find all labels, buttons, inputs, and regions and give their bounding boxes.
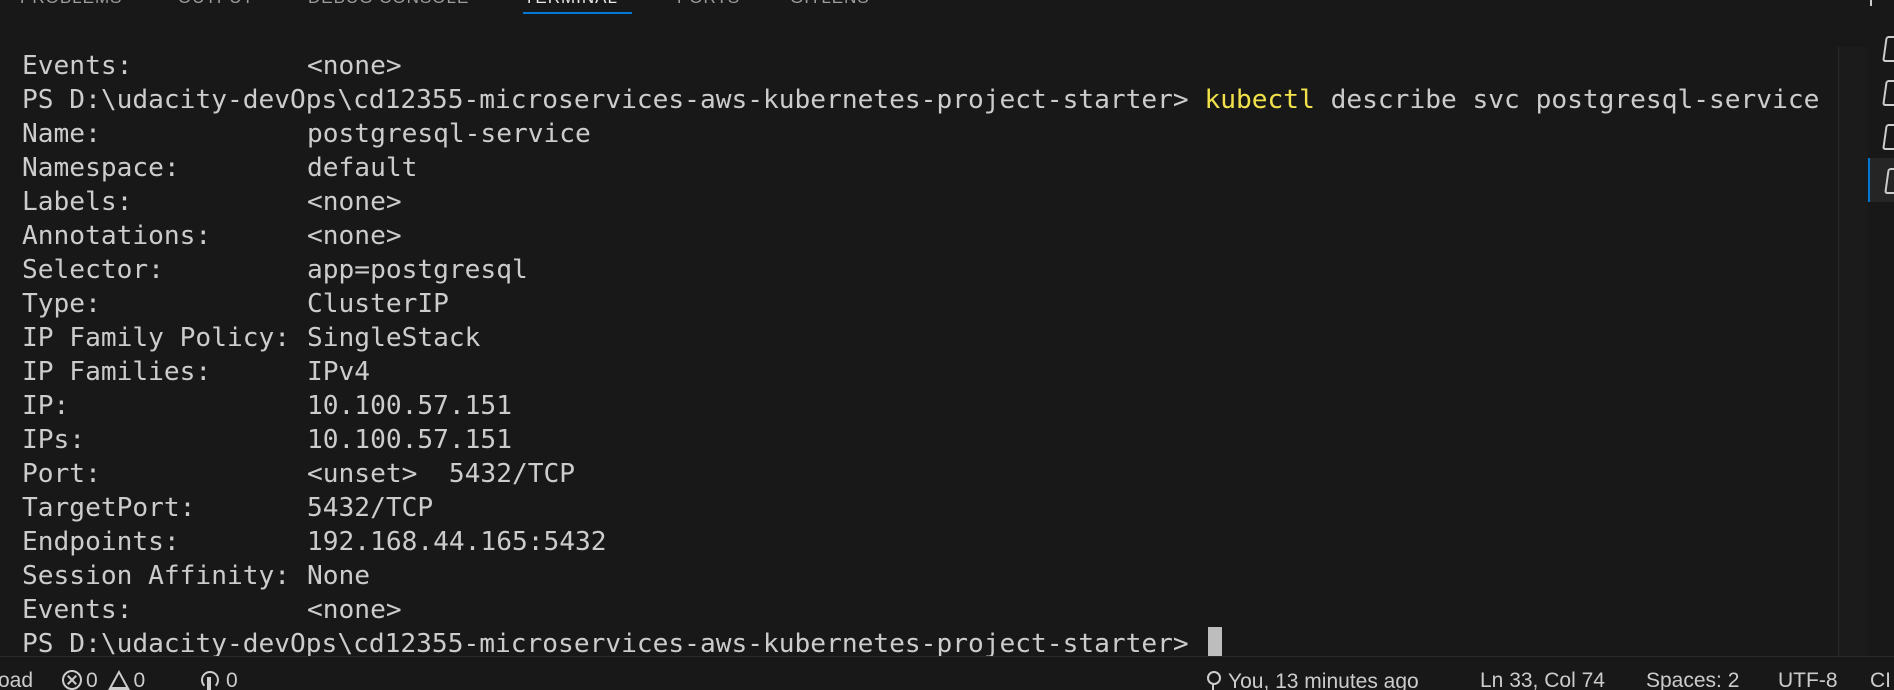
terminal-output[interactable]: Events: <none> PS D:\udacity-devOps\cd123… <box>0 22 1838 656</box>
terminal-line: Labels: <none> <box>22 185 402 219</box>
tab-gitlens[interactable]: GITLENS <box>790 0 870 8</box>
field-value: 192.168.44.165:5432 <box>307 527 607 557</box>
field-label: IP Families: <box>22 357 212 387</box>
field-value: 10.100.57.151 <box>307 425 512 455</box>
status-bar: oad 0 0 0 You, 13 minutes ago Ln 33, Col… <box>0 656 1894 690</box>
terminal-line: Session Affinity: None <box>22 559 370 593</box>
panel-action-icon[interactable] <box>1870 0 1894 6</box>
command-line: PS D:\udacity-devOps\cd12355-microservic… <box>22 83 1819 117</box>
terminal-line: Events: <none> <box>22 49 402 83</box>
field-value: <none> <box>307 595 402 625</box>
field-label: Events: <box>22 51 133 81</box>
field-label: Type: <box>22 289 101 319</box>
command-args: describe svc postgresql-service <box>1314 85 1820 115</box>
terminal-line: IPs: 10.100.57.151 <box>22 423 512 457</box>
terminal-tabs-list <box>1868 22 1894 656</box>
terminal-line: IP Family Policy: SingleStack <box>22 321 480 355</box>
prompt-line[interactable]: PS D:\udacity-devOps\cd12355-microservic… <box>22 627 1223 656</box>
terminal-line: IP Families: IPv4 <box>22 355 370 389</box>
terminal-line: Selector: app=postgresql <box>22 253 528 287</box>
field-label: IP: <box>22 391 70 421</box>
field-value: None <box>307 561 371 591</box>
git-commit-icon <box>1204 669 1222 690</box>
terminal-instance-icon <box>1882 124 1894 150</box>
terminal-instance-item[interactable] <box>1868 26 1894 70</box>
terminal-line: Type: ClusterIP <box>22 287 449 321</box>
terminal-instance-icon <box>1882 36 1894 62</box>
terminal-instance-icon <box>1884 168 1894 194</box>
field-value: <none> <box>307 221 402 251</box>
ports-count: 0 <box>226 669 238 690</box>
field-value: 5432/TCP <box>307 493 434 523</box>
terminal-line: TargetPort: 5432/TCP <box>22 491 433 525</box>
field-value: IPv4 <box>307 357 371 387</box>
field-label: Events: <box>22 595 133 625</box>
terminal-line: IP: 10.100.57.151 <box>22 389 512 423</box>
terminal-prompt: PS D:\udacity-devOps\cd12355-microservic… <box>22 629 1205 656</box>
error-count: 0 <box>86 669 98 690</box>
terminal-scrollbar[interactable] <box>1838 47 1869 656</box>
tab-problems[interactable]: PROBLEMS <box>20 0 122 8</box>
field-label: Port: <box>22 459 101 489</box>
terminal-line: Name: postgresql-service <box>22 117 591 151</box>
field-value: app=postgresql <box>307 255 528 285</box>
status-item-cut[interactable]: oad <box>0 669 33 690</box>
cursor-position[interactable]: Ln 33, Col 74 <box>1480 669 1605 690</box>
field-value: ClusterIP <box>307 289 449 319</box>
active-tab-indicator <box>523 12 632 14</box>
problems-status[interactable]: 0 0 <box>62 669 145 690</box>
terminal-line: Endpoints: 192.168.44.165:5432 <box>22 525 607 559</box>
tab-output[interactable]: OUTPUT <box>178 0 254 8</box>
field-label: Namespace: <box>22 153 180 183</box>
indentation-status[interactable]: Spaces: 2 <box>1646 669 1739 690</box>
terminal-prompt: PS D:\udacity-devOps\cd12355-microservic… <box>22 85 1205 115</box>
terminal-line: Namespace: default <box>22 151 417 185</box>
field-value: <unset> 5432/TCP <box>307 459 576 489</box>
field-label: Endpoints: <box>22 527 180 557</box>
field-label: IP Family Policy: <box>22 323 291 353</box>
field-value: postgresql-service <box>307 119 591 149</box>
field-label: Labels: <box>22 187 133 217</box>
terminal-instance-item[interactable] <box>1868 114 1894 158</box>
field-label: Name: <box>22 119 101 149</box>
eol-status[interactable]: CI <box>1870 669 1891 690</box>
field-value: <none> <box>307 51 402 81</box>
panel-tab-bar: PROBLEMS OUTPUT DEBUG CONSOLE TERMINAL P… <box>0 0 1894 22</box>
field-value: 10.100.57.151 <box>307 391 512 421</box>
terminal-line: Port: <unset> 5432/TCP <box>22 457 575 491</box>
field-value: default <box>307 153 418 183</box>
error-icon <box>62 670 82 690</box>
field-label: Session Affinity: <box>22 561 291 591</box>
field-label: TargetPort: <box>22 493 196 523</box>
tab-terminal[interactable]: TERMINAL <box>524 0 618 8</box>
warning-icon <box>107 670 130 690</box>
field-value: SingleStack <box>307 323 481 353</box>
terminal-line: Annotations: <none> <box>22 219 402 253</box>
terminal-line: Events: <none> <box>22 593 402 627</box>
field-label: Annotations: <box>22 221 212 251</box>
ports-status[interactable]: 0 <box>198 669 238 690</box>
git-blame-status[interactable]: You, 13 minutes ago <box>1204 669 1419 690</box>
terminal-instance-item-active[interactable] <box>1868 158 1894 202</box>
blame-text: You, 13 minutes ago <box>1228 670 1419 690</box>
field-value: <none> <box>307 187 402 217</box>
encoding-status[interactable]: UTF-8 <box>1778 669 1838 690</box>
field-label: IPs: <box>22 425 86 455</box>
field-label: Selector: <box>22 255 164 285</box>
tab-ports[interactable]: PORTS <box>677 0 740 8</box>
broadcast-icon <box>198 670 220 690</box>
warning-count: 0 <box>133 669 146 690</box>
terminal-instance-icon <box>1882 80 1894 106</box>
tab-debug-console[interactable]: DEBUG CONSOLE <box>308 0 469 8</box>
command-keyword: kubectl <box>1204 85 1315 115</box>
terminal-cursor <box>1208 627 1223 656</box>
terminal-instance-item[interactable] <box>1868 70 1894 114</box>
